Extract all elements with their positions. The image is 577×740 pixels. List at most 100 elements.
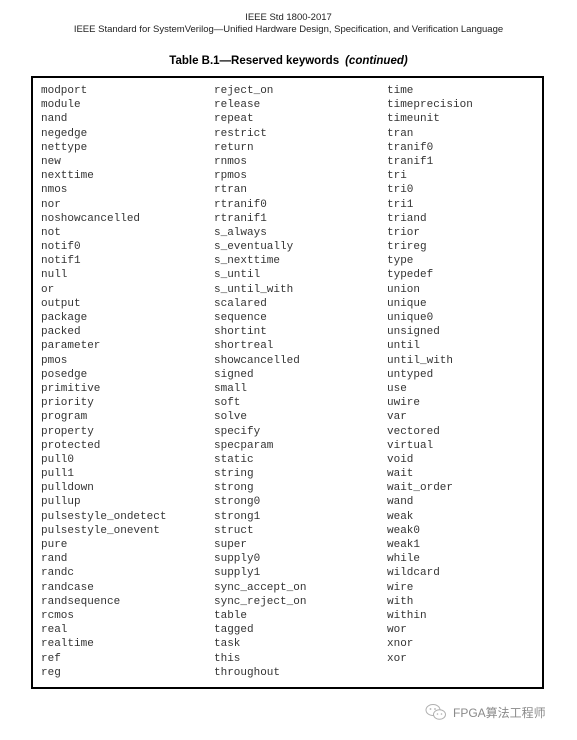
keyword-cell: negedge (41, 127, 88, 140)
keyword-cell: nettype (41, 141, 88, 154)
keyword-cell: wand (387, 496, 414, 509)
keyword-cell: repeat (214, 113, 254, 126)
document-header-standard-title: IEEE Standard for SystemVerilog—Unified … (73, 24, 504, 35)
keyword-cell: nor (41, 198, 61, 211)
keyword-cell: tranif0 (387, 141, 434, 154)
keyword-cell: rpmos (214, 170, 248, 183)
keyword-cell: s_until (214, 269, 261, 282)
keyword-cell: property (41, 425, 94, 438)
wechat-icon (425, 703, 447, 721)
keyword-cell: return (214, 141, 254, 154)
keyword-cell: soft (214, 397, 241, 410)
keyword-cell: specparam (214, 439, 274, 452)
document-header-standard-number: IEEE Std 1800-2017 (245, 12, 332, 23)
keyword-cell: reg (41, 666, 61, 679)
keyword-cell: rtranif1 (214, 212, 267, 225)
keyword-cell: use (387, 382, 407, 395)
keyword-cell: vectored (387, 425, 440, 438)
keyword-cell: strong1 (214, 510, 261, 523)
keyword-cell: priority (41, 397, 94, 410)
keyword-cell: this (214, 652, 241, 665)
keyword-cell: program (41, 411, 88, 424)
keyword-cell: s_eventually (214, 241, 294, 254)
keyword-cell: pmos (41, 354, 68, 367)
table-caption-text: Table B.1—Reserved keywords (169, 55, 340, 67)
keyword-cell: s_until_with (214, 283, 294, 296)
keyword-cell: sync_accept_on (214, 581, 307, 594)
keyword-cell: rcmos (41, 609, 75, 622)
keyword-cell: packed (41, 326, 81, 339)
keyword-cell: table (214, 609, 248, 622)
keyword-cell: static (214, 453, 254, 466)
keyword-cell: randsequence (41, 595, 121, 608)
keyword-cell: untyped (387, 368, 434, 381)
keyword-cell: new (41, 155, 61, 168)
keyword-cell: notif1 (41, 255, 81, 268)
keyword-cell: or (41, 283, 55, 296)
keyword-cell: with (387, 595, 414, 608)
keyword-cell: supply0 (214, 553, 261, 566)
keyword-cell: weak (387, 510, 414, 523)
keyword-cell: wait (387, 468, 414, 481)
keyword-cell: weak0 (387, 524, 421, 537)
keyword-cell: pure (41, 539, 68, 551)
keyword-cell: virtual (387, 439, 434, 452)
keyword-cell: union (387, 283, 421, 296)
keyword-column-3: time timeprecision timeunit tran tranif0 tran… (387, 84, 473, 666)
table-caption: Table B.1—Reserved keywords (continued) (0, 54, 577, 68)
keyword-cell: realtime (41, 638, 94, 651)
keyword-cell: tri (387, 170, 407, 183)
keyword-cell: task (214, 638, 241, 651)
reserved-keywords-table: modport module nand negedge nettype new nextti… (31, 76, 544, 689)
keyword-cell: restrict (214, 127, 267, 140)
keyword-cell: void (387, 453, 414, 466)
keyword-cell: throughout (214, 666, 281, 679)
keyword-cell: tran (387, 127, 414, 140)
keyword-cell: tranif1 (387, 155, 434, 168)
keyword-cell: strong0 (214, 496, 261, 509)
keyword-cell: pullup (41, 496, 81, 509)
keyword-cell: s_always (214, 226, 267, 239)
keyword-cell: reject_on (214, 85, 274, 97)
keyword-cell: until_with (387, 354, 454, 367)
keyword-cell: weak1 (387, 539, 421, 551)
keyword-cell: pull0 (41, 453, 75, 466)
keyword-cell: wait_order (387, 482, 454, 495)
keyword-cell: pulsestyle_ondetect (41, 510, 167, 523)
keyword-cell: supply1 (214, 567, 261, 580)
table-caption-suffix: (continued) (345, 55, 408, 67)
keyword-cell: sync_reject_on (214, 595, 307, 608)
keyword-cell: nand (41, 113, 68, 126)
keyword-cell: small (214, 382, 248, 395)
keyword-cell: wor (387, 624, 407, 637)
keyword-cell: uwire (387, 397, 421, 410)
keyword-cell: parameter (41, 340, 101, 353)
keyword-cell: type (387, 255, 414, 268)
keyword-cell: trireg (387, 241, 427, 254)
keyword-cell: xnor (387, 638, 414, 651)
keyword-cell: posedge (41, 368, 88, 381)
keyword-cell: triand (387, 212, 427, 225)
keyword-cell: modport (41, 85, 88, 97)
keyword-cell: sequence (214, 312, 267, 324)
keyword-cell: randcase (41, 581, 94, 594)
keyword-cell: wildcard (387, 567, 440, 580)
keyword-cell: randc (41, 567, 75, 580)
keyword-cell: timeunit (387, 113, 440, 126)
keyword-cell: package (41, 312, 88, 324)
keyword-cell: specify (214, 425, 261, 438)
keyword-cell: struct (214, 524, 254, 537)
keyword-column-2: reject_on release repeat restrict return rnmo… (214, 84, 306, 680)
keyword-cell: unique (387, 297, 427, 310)
keyword-cell: null (41, 269, 68, 282)
keyword-cell: time (387, 85, 414, 97)
watermark-text: FPGA算法工程师 (453, 705, 546, 720)
keyword-cell: noshowcancelled (41, 212, 141, 225)
keyword-cell: super (214, 539, 248, 551)
keyword-cell: rand (41, 553, 68, 566)
keyword-cell: rtran (214, 184, 248, 197)
keyword-cell: strong (214, 482, 254, 495)
keyword-cell: pulsestyle_onevent (41, 524, 160, 537)
keyword-cell: while (387, 553, 421, 566)
keyword-cell: scalared (214, 297, 267, 310)
